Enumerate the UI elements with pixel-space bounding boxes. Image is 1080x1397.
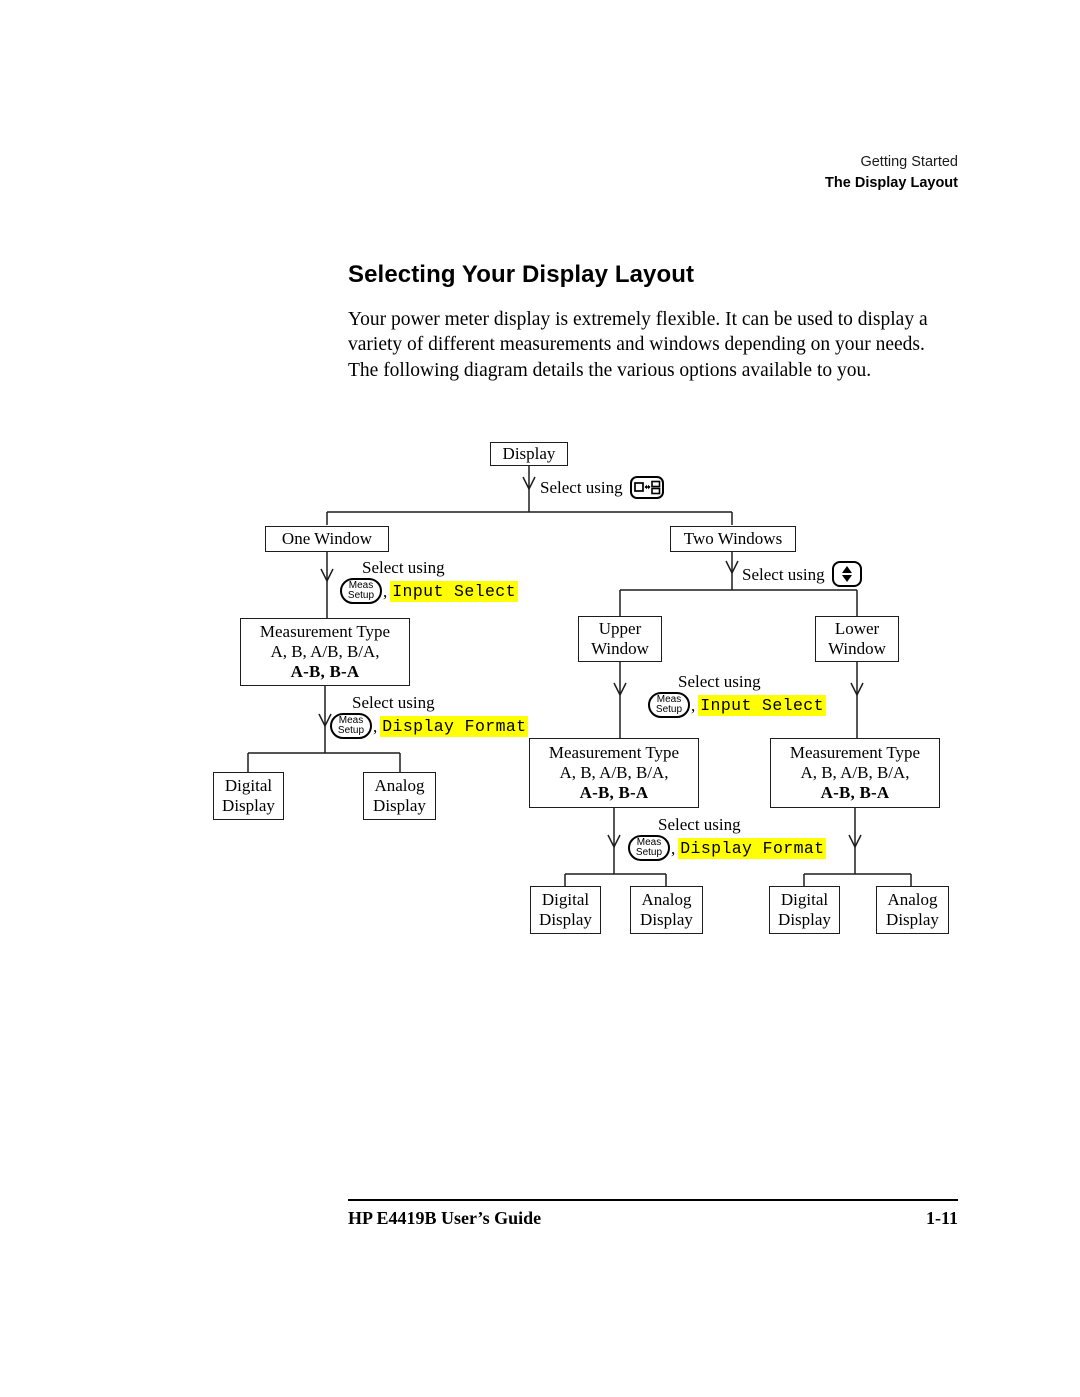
digital-display-line1: Digital <box>780 890 829 909</box>
measurement-type-line1: Measurement Type <box>548 743 680 762</box>
softkey-display-format[interactable]: Display Format <box>678 837 827 859</box>
meas-setup-line2: Setup <box>655 704 683 715</box>
meas-setup-key-icon[interactable]: Meas Setup <box>648 692 690 718</box>
node-lower-window[interactable]: Lower Window <box>815 616 899 662</box>
node-measurement-type-one-window[interactable]: Measurement Type A, B, A/B, B/A, A-B, B-… <box>240 618 410 686</box>
select-using-label: Select using <box>742 564 825 584</box>
select-using-label: Select using <box>362 558 445 577</box>
analog-display-line2: Display <box>373 796 426 815</box>
node-one-window-label: One Window <box>281 529 373 548</box>
node-display-label: Display <box>502 444 556 463</box>
select-using-label: Select using <box>352 693 435 712</box>
diagram-connectors <box>247 466 912 886</box>
select-using-label: Select using <box>658 815 741 834</box>
digital-display-line1: Digital <box>224 776 273 795</box>
measurement-type-line2: A, B, A/B, B/A, <box>270 642 380 661</box>
node-upper-window[interactable]: Upper Window <box>578 616 662 662</box>
measurement-type-line3: A-B, B-A <box>579 783 649 802</box>
node-analog-display-one-window[interactable]: Analog Display <box>363 772 436 820</box>
analog-display-line2: Display <box>640 910 693 929</box>
node-one-window[interactable]: One Window <box>265 526 389 552</box>
select-using-two-windows-display-format: Select using Meas Setup , Display Format <box>628 815 827 861</box>
digital-display-line2: Display <box>222 796 275 815</box>
display-layout-flow-diagram: Display One Window Two Windows Upper Win… <box>0 0 1080 1397</box>
node-analog-display-upper-window[interactable]: Analog Display <box>630 886 703 934</box>
measurement-type-line3: A-B, B-A <box>820 783 890 802</box>
separator-comma: , <box>373 716 378 736</box>
meas-setup-line2: Setup <box>347 590 375 601</box>
node-measurement-type-upper-window[interactable]: Measurement Type A, B, A/B, B/A, A-B, B-… <box>529 738 699 808</box>
measurement-type-line1: Measurement Type <box>789 743 921 762</box>
meas-setup-key-icon[interactable]: Meas Setup <box>330 713 372 739</box>
node-digital-display-one-window[interactable]: Digital Display <box>213 772 284 820</box>
select-using-up-down: Select using <box>742 560 862 587</box>
node-digital-display-lower-window[interactable]: Digital Display <box>769 886 840 934</box>
select-using-two-windows-input-select: Select using Meas Setup , Input Select <box>648 672 826 718</box>
node-upper-window-line2: Window <box>591 639 649 658</box>
select-using-label: Select using <box>540 478 623 497</box>
select-using-window-split: Select using <box>540 475 664 499</box>
meas-setup-line2: Setup <box>635 847 663 858</box>
select-using-label: Select using <box>678 672 761 691</box>
footer-rule <box>348 1199 958 1201</box>
softkey-input-select[interactable]: Input Select <box>698 694 826 716</box>
node-lower-window-line1: Lower <box>834 619 880 638</box>
node-display[interactable]: Display <box>490 442 568 466</box>
meas-setup-line2: Setup <box>337 725 365 736</box>
footer-guide-title: HP E4419B User’s Guide <box>348 1208 542 1228</box>
softkey-display-format[interactable]: Display Format <box>380 715 529 737</box>
footer-page-number: 1-11 <box>925 1208 958 1228</box>
separator-comma: , <box>671 838 676 858</box>
node-lower-window-line2: Window <box>828 639 886 658</box>
measurement-type-line2: A, B, A/B, B/A, <box>800 763 910 782</box>
measurement-type-line1: Measurement Type <box>259 622 391 641</box>
digital-display-line2: Display <box>778 910 831 929</box>
measurement-type-line2: A, B, A/B, B/A, <box>559 763 669 782</box>
meas-setup-key-icon[interactable]: Meas Setup <box>340 578 382 604</box>
node-two-windows-label: Two Windows <box>683 529 783 548</box>
meas-setup-key-icon[interactable]: Meas Setup <box>628 835 670 861</box>
separator-comma: , <box>383 581 388 601</box>
analog-display-line1: Analog <box>374 776 425 795</box>
select-using-one-window-display-format: Select using Meas Setup , Display Format <box>330 693 529 739</box>
node-two-windows[interactable]: Two Windows <box>670 526 796 552</box>
analog-display-line1: Analog <box>887 890 938 909</box>
separator-comma: , <box>691 695 696 715</box>
node-digital-display-upper-window[interactable]: Digital Display <box>530 886 601 934</box>
node-measurement-type-lower-window[interactable]: Measurement Type A, B, A/B, B/A, A-B, B-… <box>770 738 940 808</box>
digital-display-line2: Display <box>539 910 592 929</box>
window-split-key-icon[interactable] <box>629 476 664 499</box>
node-analog-display-lower-window[interactable]: Analog Display <box>876 886 949 934</box>
node-upper-window-line1: Upper <box>598 619 642 638</box>
measurement-type-line3: A-B, B-A <box>290 662 360 681</box>
analog-display-line1: Analog <box>641 890 692 909</box>
up-down-arrow-key-icon[interactable] <box>831 561 862 587</box>
softkey-input-select[interactable]: Input Select <box>390 580 518 602</box>
select-using-one-window-input-select: Select using Meas Setup , Input Select <box>340 558 518 604</box>
digital-display-line1: Digital <box>541 890 590 909</box>
analog-display-line2: Display <box>886 910 939 929</box>
